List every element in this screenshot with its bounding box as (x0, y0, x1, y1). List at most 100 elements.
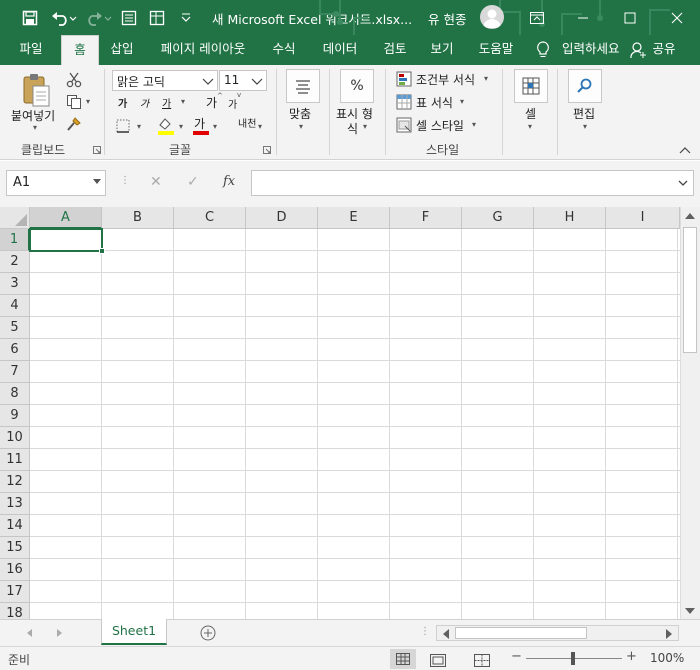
tab-view[interactable]: 보기 (422, 35, 462, 65)
insert-function-button[interactable]: fx (223, 174, 235, 189)
tab-data[interactable]: 데이터 (316, 35, 364, 65)
cell-styles-icon[interactable] (396, 117, 412, 133)
row-header[interactable]: 16 (0, 559, 30, 581)
cells-dropdown-icon[interactable]: ▾ (528, 122, 532, 131)
collapse-ribbon-icon[interactable] (678, 145, 692, 155)
row-header[interactable]: 18 (0, 603, 30, 619)
scroll-left-icon[interactable] (442, 629, 450, 639)
enter-button[interactable]: ✓ (187, 174, 199, 190)
cells-button[interactable] (514, 69, 548, 103)
editing-label[interactable]: 편집 (573, 105, 595, 122)
font-name-select[interactable]: 맑은 고딕 (112, 70, 218, 91)
format-as-table-icon[interactable] (396, 94, 412, 110)
page-break-preview-icon[interactable] (474, 652, 490, 670)
tab-split-grip-icon[interactable]: ⋮ (420, 626, 430, 637)
column-header[interactable]: I (606, 207, 680, 229)
bold-button[interactable]: 가 (118, 95, 127, 110)
number-label-line2[interactable]: 식 (347, 120, 358, 137)
shrink-font-button[interactable]: 가 (228, 96, 237, 111)
column-header[interactable]: G (462, 207, 534, 229)
share-button[interactable]: 공유 (649, 35, 679, 65)
row-header[interactable]: 7 (0, 361, 30, 383)
tab-help[interactable]: 도움말 (472, 35, 520, 65)
font-launcher-icon[interactable] (262, 145, 272, 155)
copy-icon[interactable] (64, 93, 84, 111)
page-layout-view-icon[interactable] (430, 652, 446, 670)
editing-button[interactable] (568, 69, 602, 103)
scroll-down-icon[interactable] (685, 607, 695, 615)
share-icon[interactable] (630, 41, 646, 63)
zoom-in-button[interactable]: + (626, 649, 637, 664)
row-header[interactable]: 4 (0, 295, 30, 317)
conditional-formatting-icon[interactable] (396, 71, 412, 87)
row-header[interactable]: 10 (0, 427, 30, 449)
cell-area[interactable] (30, 229, 680, 619)
zoom-slider-thumb[interactable] (571, 652, 575, 665)
alignment-button[interactable] (286, 69, 320, 103)
avatar[interactable] (480, 5, 504, 29)
clipboard-launcher-icon[interactable] (92, 145, 102, 155)
borders-icon[interactable] (115, 118, 131, 134)
format-as-table-button[interactable]: 표 서식 (416, 94, 453, 111)
sheet-tab[interactable]: Sheet1 (101, 619, 167, 645)
alignment-dropdown-icon[interactable]: ▾ (299, 122, 303, 131)
cell-styles-button[interactable]: 셀 스타일 (416, 117, 464, 134)
row-header[interactable]: 1 (0, 229, 30, 251)
name-box[interactable]: A1 (6, 170, 106, 196)
row-header[interactable]: 9 (0, 405, 30, 427)
grow-font-button[interactable]: 가 (206, 94, 217, 111)
column-header[interactable]: A (30, 207, 102, 229)
tab-review[interactable]: 검토 (375, 35, 415, 65)
conditional-dropdown-icon[interactable]: ▾ (484, 74, 488, 83)
user-name[interactable]: 유 현종 (428, 9, 466, 28)
row-header[interactable]: 14 (0, 515, 30, 537)
zoom-level[interactable]: 100% (650, 651, 684, 665)
scroll-up-icon[interactable] (685, 212, 695, 220)
fill-handle[interactable] (99, 248, 105, 254)
minimize-button[interactable] (560, 0, 606, 35)
paste-dropdown-icon[interactable]: ▾ (33, 123, 37, 132)
vertical-scroll-thumb[interactable] (683, 227, 697, 353)
row-header[interactable]: 5 (0, 317, 30, 339)
phonetic-button[interactable]: 내천 (238, 115, 256, 130)
tab-insert[interactable]: 삽입 (102, 35, 142, 65)
number-dropdown-icon[interactable]: ▾ (363, 122, 367, 131)
underline-dropdown-icon[interactable]: ▾ (181, 97, 185, 106)
horizontal-scroll-thumb[interactable] (455, 627, 587, 639)
alignment-label[interactable]: 맞춤 (289, 105, 311, 122)
worksheet-grid[interactable]: A B C D E F G H I 1 2 3 4 5 6 7 8 9 10 1… (0, 207, 680, 619)
phonetic-dropdown-icon[interactable]: ▾ (258, 122, 262, 131)
horizontal-scrollbar[interactable] (436, 625, 679, 641)
select-all-button[interactable] (0, 207, 30, 229)
next-sheet-icon[interactable] (55, 629, 63, 637)
fill-color-dropdown-icon[interactable]: ▾ (179, 122, 183, 131)
tab-file[interactable]: 파일 (8, 35, 54, 65)
row-header[interactable]: 6 (0, 339, 30, 361)
form-icon[interactable] (118, 7, 140, 29)
cells-label[interactable]: 셀 (525, 105, 536, 122)
font-size-select[interactable]: 11 (219, 70, 267, 91)
paste-icon[interactable] (19, 71, 53, 109)
tab-home[interactable]: 홈 (61, 35, 99, 65)
row-header[interactable]: 8 (0, 383, 30, 405)
zoom-out-button[interactable]: − (511, 649, 522, 664)
tell-me-input[interactable]: 입력하세요 (562, 35, 620, 65)
column-header[interactable]: C (174, 207, 246, 229)
vertical-scrollbar[interactable] (680, 207, 700, 619)
tab-formulas[interactable]: 수식 (264, 35, 304, 65)
close-button[interactable] (654, 0, 700, 35)
cell-styles-dropdown-icon[interactable]: ▾ (472, 120, 476, 129)
cut-icon[interactable] (64, 71, 84, 89)
maximize-button[interactable] (607, 0, 653, 35)
formula-input[interactable] (251, 170, 694, 196)
copy-dropdown-icon[interactable]: ▾ (86, 97, 90, 106)
table-format-dropdown-icon[interactable]: ▾ (460, 97, 464, 106)
active-cell-a1[interactable] (29, 228, 103, 252)
undo-icon[interactable] (49, 7, 79, 29)
customize-quick-access-icon[interactable] (175, 7, 197, 29)
save-icon[interactable] (19, 7, 41, 29)
row-header[interactable]: 12 (0, 471, 30, 493)
ribbon-display-options-button[interactable] (514, 0, 560, 35)
italic-button[interactable]: 가 (140, 95, 149, 110)
font-color-button[interactable]: 가 (194, 115, 205, 132)
